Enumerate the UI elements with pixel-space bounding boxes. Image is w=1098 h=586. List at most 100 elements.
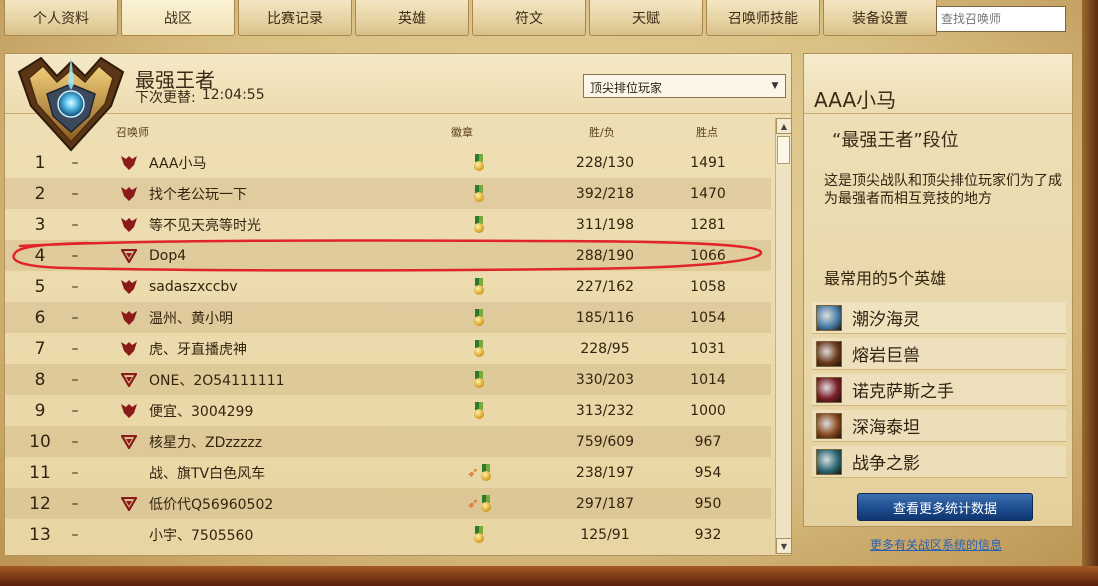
summoner-name[interactable]: Dop4 — [149, 240, 439, 271]
column-header-badges[interactable]: 徽章 — [451, 124, 473, 140]
table-row[interactable]: 13 – 小宇、7505560 125/91 932 — [5, 519, 771, 550]
champion-portrait — [816, 412, 842, 439]
rank-change: – — [71, 278, 79, 295]
rank-number: 5 — [34, 276, 46, 297]
league-points: 932 — [694, 526, 722, 543]
league-points: 1491 — [690, 154, 726, 171]
badges-cell — [449, 395, 509, 426]
tab-match-history[interactable]: 比赛记录 — [238, 0, 352, 36]
frame-right-edge — [1082, 0, 1098, 586]
summoner-name[interactable]: AAA小马 — [149, 147, 439, 178]
column-header-summoner[interactable]: 召唤师 — [116, 124, 149, 140]
summoner-name[interactable]: sadaszxccbv — [149, 271, 439, 302]
summoner-name[interactable]: 温州、黄小明 — [149, 302, 439, 333]
rank-change: – — [71, 309, 79, 326]
champion-portrait — [816, 304, 842, 331]
league-points: 1066 — [690, 247, 726, 264]
ladder-panel: 最强王者 下次更替: 12:04:55 顶尖排位玩家 ▼ 召唤师 徽章 胜/负 … — [4, 53, 792, 556]
table-row[interactable]: 9 – 便宜、3004299 313/232 1000 — [5, 395, 771, 426]
table-row[interactable]: 8 – ONE、2O54111111 330/203 1014 — [5, 364, 771, 395]
league-points: 1031 — [690, 340, 726, 357]
table-row[interactable]: 10 – 核星力、ZDzzzzz 759/609 967 — [5, 426, 771, 457]
league-info-link[interactable]: 更多有关战区系统的信息 — [870, 536, 1002, 553]
column-header-record[interactable]: 胜/负 — [589, 124, 615, 140]
tab-summoner-spells[interactable]: 召唤师技能 — [706, 0, 820, 36]
win-loss: 392/218 — [575, 185, 635, 202]
tab-profile[interactable]: 个人资料 — [4, 0, 118, 36]
summoner-name[interactable]: 虎、牙直播虎神 — [149, 333, 439, 364]
veteran-medal-icon — [474, 185, 484, 202]
column-header-points[interactable]: 胜点 — [696, 124, 718, 140]
champion-name: 潮汐海灵 — [852, 310, 920, 330]
rank-number: 7 — [34, 338, 46, 359]
crest-icon — [119, 271, 139, 302]
tab-champions[interactable]: 英雄 — [355, 0, 469, 36]
league-points: 1014 — [690, 371, 726, 388]
summoner-name[interactable]: 战、旗TV白色风车 — [149, 457, 439, 488]
badges-cell: ➶ — [449, 457, 509, 488]
tab-item-sets[interactable]: 装备设置 — [823, 0, 937, 36]
summoner-name[interactable]: 低价代Q56960502 — [149, 488, 439, 519]
rank-change: – — [71, 495, 79, 512]
scroll-up-icon[interactable]: ▲ — [776, 118, 792, 134]
table-row[interactable]: 3 – 等不见天亮等时光 311/198 1281 — [5, 209, 771, 240]
summoner-name[interactable]: 核星力、ZDzzzzz — [149, 426, 439, 457]
win-loss: 238/197 — [575, 464, 635, 481]
crest-outline-icon — [119, 240, 139, 271]
rank-number: 3 — [34, 214, 46, 235]
view-more-stats-button[interactable]: 查看更多统计数据 — [857, 493, 1033, 521]
badges-cell — [449, 147, 509, 178]
table-row[interactable]: 2 – 找个老公玩一下 392/218 1470 — [5, 178, 771, 209]
rank-number: 6 — [34, 307, 46, 328]
badges-cell: ➶ — [449, 488, 509, 519]
challenger-emblem-icon — [17, 56, 125, 152]
badges-cell — [449, 519, 509, 550]
league-points: 950 — [694, 495, 722, 512]
summoner-name[interactable]: 找个老公玩一下 — [149, 178, 439, 209]
top-champion-item[interactable]: 诺克萨斯之手 — [812, 374, 1066, 406]
summoner-name[interactable]: 小宇、7505560 — [149, 519, 439, 550]
win-loss: 125/91 — [580, 526, 630, 543]
win-loss: 311/198 — [575, 216, 635, 233]
table-row[interactable]: 1 – AAA小马 228/130 1491 — [5, 147, 771, 178]
ladder-scrollbar[interactable]: ▲ ▼ — [775, 118, 792, 554]
tier-icon — [119, 457, 139, 488]
tab-league[interactable]: 战区 — [121, 0, 235, 36]
league-points: 1000 — [690, 402, 726, 419]
win-loss: 313/232 — [575, 402, 635, 419]
table-row[interactable]: 6 – 温州、黄小明 185/116 1054 — [5, 302, 771, 333]
table-row[interactable]: 5 – sadaszxccbv 227/162 1058 — [5, 271, 771, 302]
queue-select[interactable]: 顶尖排位玩家 ▼ — [583, 74, 786, 98]
summoner-name[interactable]: 等不见天亮等时光 — [149, 209, 439, 240]
refresh-time: 12:04:55 — [201, 87, 265, 103]
veteran-medal-icon — [474, 340, 484, 357]
summoner-search-input[interactable] — [936, 6, 1066, 32]
tier-icon — [119, 519, 139, 550]
top-champion-item[interactable]: 潮汐海灵 — [812, 302, 1066, 334]
table-row[interactable]: 7 – 虎、牙直播虎神 228/95 1031 — [5, 333, 771, 364]
table-row[interactable]: 12 – 低价代Q56960502 ➶ 297/187 950 — [5, 488, 771, 519]
refresh-timer: 下次更替: 12:04:55 — [135, 87, 265, 107]
hot-streak-icon: ➶ — [467, 495, 479, 512]
summoner-name[interactable]: 便宜、3004299 — [149, 395, 439, 426]
rank-change: – — [71, 433, 79, 450]
rank-change: – — [71, 371, 79, 388]
badges-cell — [449, 302, 509, 333]
tab-masteries[interactable]: 天赋 — [589, 0, 703, 36]
chevron-down-icon[interactable]: ▼ — [765, 75, 785, 97]
league-points: 1058 — [690, 278, 726, 295]
table-row[interactable]: 11 – 战、旗TV白色风车 ➶ 238/197 954 — [5, 457, 771, 488]
league-points: 954 — [694, 464, 722, 481]
scroll-down-icon[interactable]: ▼ — [776, 538, 792, 554]
top-champion-item[interactable]: 深海泰坦 — [812, 410, 1066, 442]
scroll-thumb[interactable] — [777, 136, 790, 164]
table-row[interactable]: 4 – Dop4 288/190 1066 — [5, 240, 771, 271]
tab-runes[interactable]: 符文 — [472, 0, 586, 36]
rank-change: – — [71, 154, 79, 171]
top-champion-item[interactable]: 战争之影 — [812, 446, 1066, 478]
crest-outline-icon — [119, 488, 139, 519]
win-loss: 228/130 — [575, 154, 635, 171]
veteran-medal-icon — [480, 464, 491, 481]
top-champion-item[interactable]: 熔岩巨兽 — [812, 338, 1066, 370]
summoner-name[interactable]: ONE、2O54111111 — [149, 364, 439, 395]
